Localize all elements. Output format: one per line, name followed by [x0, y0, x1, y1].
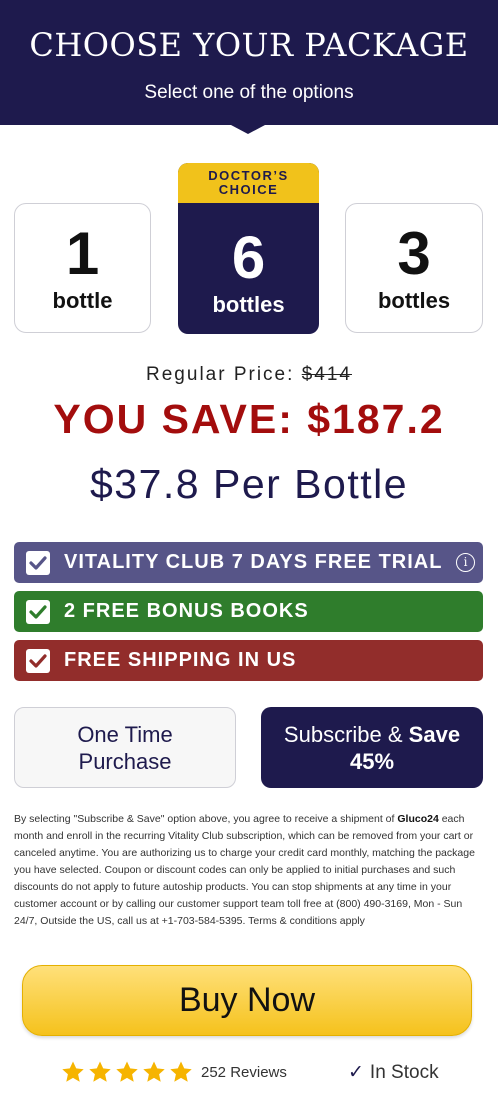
disclaimer-product-name: Gluco24	[397, 813, 439, 825]
per-bottle-price: $37.8 Per Bottle	[89, 461, 409, 507]
stock-label: In Stock	[369, 1062, 439, 1083]
package-unit: bottles	[377, 288, 451, 313]
star-icon	[116, 1061, 138, 1082]
subscription-disclaimer: By selecting "Subscribe & Save" option a…	[14, 811, 484, 930]
page-subtitle: Select one of the options	[144, 82, 354, 103]
perk-vitality-club: VITALITY CLUB 7 DAYS FREE TRIAL i	[14, 542, 483, 583]
star-icon	[62, 1061, 84, 1082]
doctors-choice-badge: DOCTOR’S CHOICE	[178, 163, 319, 203]
save-percent: 45%	[349, 748, 395, 774]
checkbox-checked-icon	[26, 551, 50, 575]
badge-line-1: DOCTOR’S	[208, 168, 289, 183]
buy-now-button[interactable]: Buy Now	[22, 965, 472, 1036]
one-time-line-1: One Time	[77, 721, 173, 747]
package-option-3-bottles[interactable]: 3 bottles	[345, 203, 483, 333]
star-icon	[143, 1061, 165, 1082]
perk-bonus-books: 2 FREE BONUS BOOKS	[14, 591, 483, 632]
subscribe-and-save-button[interactable]: Subscribe & Save 45%	[261, 707, 483, 788]
one-time-purchase-button[interactable]: One Time Purchase	[14, 707, 236, 788]
you-save-amount: YOU SAVE: $187.2	[53, 396, 445, 442]
star-icon	[170, 1061, 192, 1082]
badge-line-2: CHOICE	[218, 182, 279, 197]
one-time-line-2: Purchase	[78, 748, 172, 774]
package-count: 6	[231, 224, 266, 291]
package-count: 1	[65, 220, 100, 287]
star-icon	[89, 1061, 111, 1082]
package-count: 3	[397, 220, 431, 287]
save-label: Save	[408, 721, 461, 747]
header-banner: CHOOSE YOUR PACKAGE Select one of the op…	[0, 0, 498, 125]
page-title: CHOOSE YOUR PACKAGE	[29, 26, 469, 64]
header-pointer	[231, 125, 265, 134]
package-unit: bottles	[212, 292, 285, 317]
info-icon[interactable]: i	[456, 553, 475, 572]
regular-price: Regular Price: $414	[0, 364, 498, 386]
review-count[interactable]: 252 Reviews	[201, 1064, 287, 1081]
checkbox-checked-icon	[26, 600, 50, 624]
perk-label: VITALITY CLUB 7 DAYS FREE TRIAL	[64, 551, 443, 573]
regular-price-label: Regular Price:	[146, 364, 295, 385]
perk-free-shipping: FREE SHIPPING IN US	[14, 640, 483, 681]
package-unit: bottle	[52, 288, 113, 313]
disclaimer-text-1: By selecting "Subscribe & Save" option a…	[14, 813, 395, 825]
subscribe-label: Subscribe &	[283, 721, 403, 747]
perk-label: FREE SHIPPING IN US	[64, 649, 297, 671]
star-rating	[60, 1060, 195, 1084]
perk-label: 2 FREE BONUS BOOKS	[64, 600, 309, 622]
package-option-6-bottles[interactable]: DOCTOR’S CHOICE 6 bottles	[178, 163, 319, 334]
disclaimer-text-2: each month and enroll in the recurring V…	[14, 813, 475, 927]
checkbox-checked-icon	[26, 649, 50, 673]
package-option-1-bottle[interactable]: 1 bottle	[14, 203, 151, 333]
stock-status: ✓ In Stock	[348, 1061, 439, 1084]
checkmark-icon: ✓	[348, 1062, 364, 1083]
regular-price-value: $414	[301, 364, 352, 385]
